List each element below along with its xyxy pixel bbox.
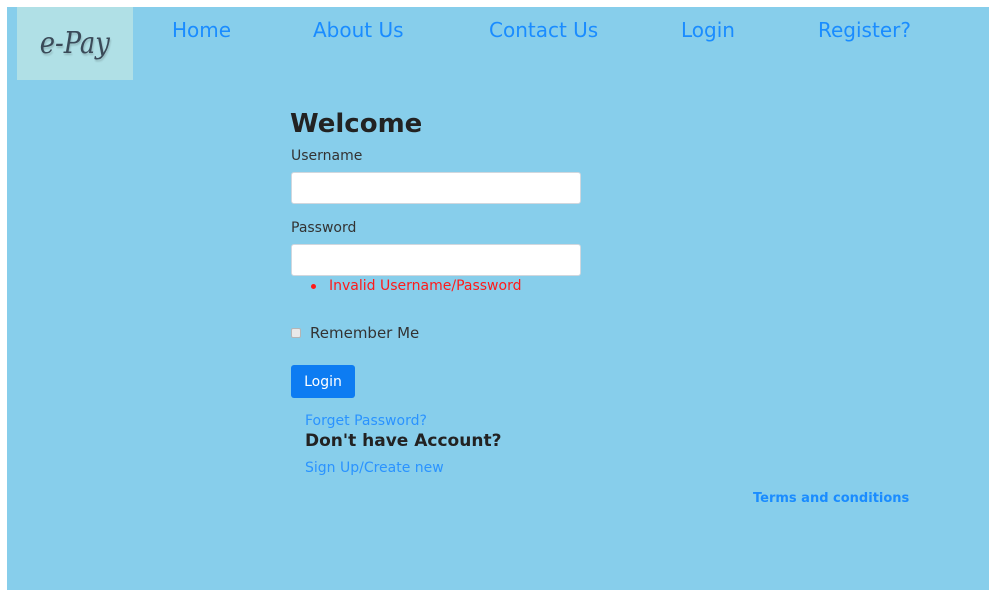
logo[interactable]: e-Pay (17, 7, 133, 80)
password-input[interactable] (291, 244, 581, 276)
nav-contact[interactable]: Contact Us (489, 18, 598, 42)
validation-errors: Invalid Username/Password (311, 278, 521, 294)
login-button[interactable]: Login (291, 365, 355, 398)
page-title: Welcome (290, 109, 423, 139)
error-message: Invalid Username/Password (311, 278, 521, 294)
nav-about[interactable]: About Us (313, 18, 404, 42)
logo-text: e-Pay (39, 26, 111, 61)
nav-register[interactable]: Register? (818, 18, 911, 42)
no-account-heading: Don't have Account? (305, 431, 502, 451)
remember-me-checkbox[interactable] (291, 328, 301, 338)
forgot-password-link[interactable]: Forget Password? (305, 413, 427, 429)
username-input[interactable] (291, 172, 581, 204)
password-label: Password (291, 220, 357, 236)
username-label: Username (291, 148, 363, 164)
signup-link[interactable]: Sign Up/Create new (305, 460, 444, 476)
error-text: Invalid Username/Password (329, 278, 522, 294)
nav-login[interactable]: Login (681, 18, 735, 42)
remember-me-label[interactable]: Remember Me (310, 324, 419, 342)
terms-link[interactable]: Terms and conditions (753, 491, 909, 506)
bullet-icon (311, 284, 316, 289)
nav-home[interactable]: Home (172, 18, 231, 42)
page-background: e-Pay Home About Us Contact Us Login Reg… (7, 7, 989, 590)
